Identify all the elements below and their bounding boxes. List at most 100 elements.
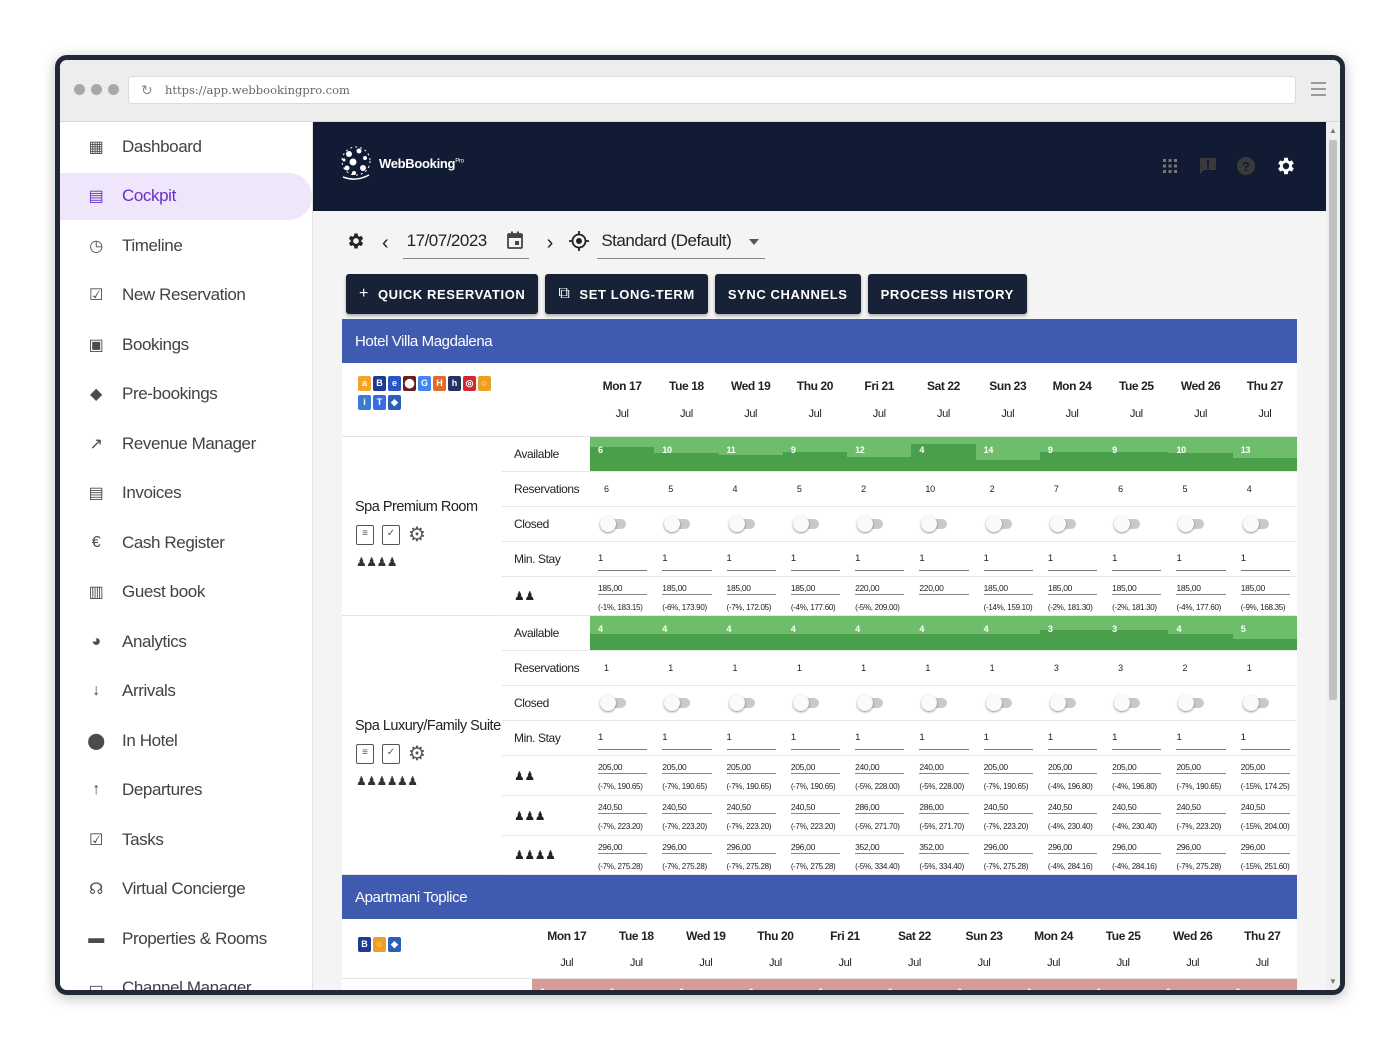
room-settings-icon[interactable]: ⚙ <box>408 525 426 545</box>
sidebar-item-tasks[interactable]: ☑ Tasks <box>60 815 312 865</box>
min-stay-input[interactable]: 1 <box>1112 553 1162 571</box>
room-calendar-check-icon[interactable]: ✓ <box>382 524 400 545</box>
price-input[interactable]: 205,00 <box>726 762 776 774</box>
closed-toggle[interactable] <box>1178 516 1205 532</box>
availability-cell[interactable]: 0 <box>532 979 602 990</box>
room-settings-icon[interactable]: ⚙ <box>408 744 426 764</box>
room-type-select[interactable]: Standard (Default) <box>597 227 766 259</box>
sidebar-item-new-reservation[interactable]: ☑ New Reservation <box>60 271 312 321</box>
min-stay-input[interactable]: 1 <box>662 732 712 750</box>
closed-toggle[interactable] <box>600 516 626 532</box>
sidebar-item-properties-rooms[interactable]: ▬ Properties & Rooms <box>60 914 312 964</box>
availability-cell[interactable]: 9 <box>782 437 848 471</box>
price-input[interactable]: 240,50 <box>598 802 648 814</box>
availability-cell[interactable]: 6 <box>590 437 655 471</box>
room-list-icon[interactable]: ≡ <box>356 524 374 545</box>
closed-toggle[interactable] <box>1049 516 1076 532</box>
price-input[interactable]: 296,00 <box>1047 842 1098 854</box>
availability-cell[interactable]: 0 <box>1157 979 1228 990</box>
price-input[interactable]: 205,00 <box>790 762 841 774</box>
price-input[interactable]: 185,00 <box>662 583 712 595</box>
min-stay-input[interactable]: 1 <box>598 553 648 571</box>
sidebar-item-dashboard[interactable]: ▦ Dashboard <box>60 122 312 172</box>
price-input[interactable]: 296,00 <box>726 842 776 854</box>
price-input[interactable]: 240,50 <box>1240 802 1290 814</box>
availability-cell[interactable]: 0 <box>601 979 672 990</box>
availability-cell[interactable]: 10 <box>654 437 719 471</box>
min-stay-input[interactable]: 1 <box>1176 553 1226 571</box>
closed-toggle[interactable] <box>1242 695 1269 711</box>
availability-cell[interactable]: 9 <box>1039 437 1105 471</box>
price-input[interactable]: 296,00 <box>662 842 712 854</box>
sync-channels-button[interactable]: SYNC CHANNELS <box>714 274 861 314</box>
availability-cell[interactable]: 13 <box>1232 437 1297 471</box>
closed-toggle[interactable] <box>857 695 884 711</box>
availability-cell[interactable]: 3 <box>1104 616 1169 650</box>
price-input[interactable]: 286,00 <box>855 802 905 814</box>
availability-cell[interactable]: 0 <box>740 979 811 990</box>
availability-cell[interactable]: 4 <box>911 616 976 650</box>
price-input[interactable]: 185,00 <box>1176 583 1226 595</box>
min-stay-input[interactable]: 1 <box>855 553 905 571</box>
availability-cell[interactable]: 4 <box>718 616 783 650</box>
toolbar-settings-icon[interactable] <box>346 231 366 256</box>
settings-gear-icon[interactable] <box>1274 154 1298 178</box>
sidebar-item-channel-manager[interactable]: ▭ Channel Manager <box>60 964 312 990</box>
closed-toggle[interactable] <box>921 516 948 532</box>
price-input[interactable]: 220,00 <box>919 583 969 595</box>
availability-cell[interactable]: 0 <box>1227 979 1297 990</box>
availability-cell[interactable]: 12 <box>847 437 912 471</box>
closed-toggle[interactable] <box>1242 516 1269 532</box>
min-stay-input[interactable]: 1 <box>1112 732 1162 750</box>
price-input[interactable]: 240,00 <box>919 762 969 774</box>
closed-toggle[interactable] <box>664 695 691 711</box>
price-input[interactable]: 296,00 <box>983 842 1033 854</box>
sidebar-item-guest-book[interactable]: ▥ Guest book <box>60 568 312 618</box>
price-input[interactable]: 240,50 <box>983 802 1033 814</box>
price-input[interactable]: 205,00 <box>598 762 648 774</box>
closed-toggle[interactable] <box>1114 695 1141 711</box>
availability-cell[interactable]: 4 <box>1168 616 1233 650</box>
min-stay-input[interactable]: 1 <box>1047 732 1098 750</box>
closed-toggle[interactable] <box>1178 695 1205 711</box>
min-stay-input[interactable]: 1 <box>1240 553 1290 571</box>
min-stay-input[interactable]: 1 <box>983 553 1033 571</box>
min-stay-input[interactable]: 1 <box>855 732 905 750</box>
price-input[interactable]: 240,50 <box>1047 802 1098 814</box>
min-stay-input[interactable]: 1 <box>1240 732 1290 750</box>
price-input[interactable]: 185,00 <box>983 583 1033 595</box>
sidebar-item-departures[interactable]: ↑ Departures <box>60 766 312 816</box>
scroll-down-arrow-icon[interactable]: ▼ <box>1329 977 1337 986</box>
availability-cell[interactable]: 11 <box>718 437 783 471</box>
price-input[interactable]: 185,00 <box>1240 583 1290 595</box>
closed-toggle[interactable] <box>792 695 819 711</box>
room-calendar-check-icon[interactable]: ✓ <box>382 743 400 764</box>
availability-cell[interactable]: 4 <box>911 437 976 471</box>
price-input[interactable]: 240,50 <box>1112 802 1162 814</box>
availability-cell[interactable]: 4 <box>590 616 655 650</box>
next-date-chevron-icon[interactable]: › <box>547 232 554 255</box>
browser-menu-icon[interactable] <box>1311 82 1326 100</box>
price-input[interactable]: 296,00 <box>598 842 648 854</box>
sidebar-item-timeline[interactable]: ◷ Timeline <box>60 221 312 271</box>
min-stay-input[interactable]: 1 <box>1176 732 1226 750</box>
min-stay-input[interactable]: 1 <box>1047 553 1098 571</box>
sidebar-item-bookings[interactable]: ▣ Bookings <box>60 320 312 370</box>
min-stay-input[interactable]: 1 <box>983 732 1033 750</box>
set-long-term-button[interactable]: ⧉ SET LONG-TERM <box>545 274 708 314</box>
min-stay-input[interactable]: 1 <box>790 553 841 571</box>
help-icon[interactable]: ? <box>1234 154 1258 178</box>
availability-cell[interactable]: 0 <box>1088 979 1158 990</box>
closed-toggle[interactable] <box>600 695 626 711</box>
closed-toggle[interactable] <box>921 695 948 711</box>
prev-date-chevron-icon[interactable]: ‹ <box>382 232 389 255</box>
sidebar-item-invoices[interactable]: ▤ Invoices <box>60 469 312 519</box>
sidebar-item-analytics[interactable]: ◕ Analytics <box>60 617 312 667</box>
app-logo[interactable]: WebBookingPro <box>339 144 464 182</box>
availability-cell[interactable]: 10 <box>1168 437 1233 471</box>
sidebar-item-virtual-concierge[interactable]: ☊ Virtual Concierge <box>60 865 312 915</box>
price-input[interactable]: 240,50 <box>662 802 712 814</box>
window-controls[interactable] <box>74 84 119 95</box>
availability-cell[interactable]: 0 <box>671 979 741 990</box>
price-input[interactable]: 205,00 <box>983 762 1033 774</box>
